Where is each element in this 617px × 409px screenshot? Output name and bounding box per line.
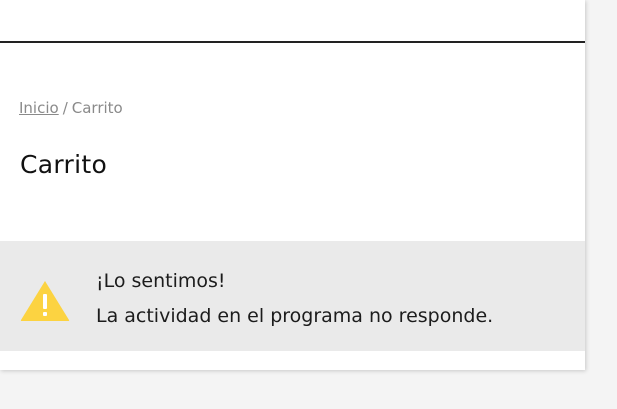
header-bar [0, 0, 585, 43]
breadcrumb-home-link[interactable]: Inicio [19, 99, 59, 117]
page-title: Carrito [20, 150, 108, 179]
page: Inicio / Carrito Carrito ¡Lo sentimos! La … [0, 0, 617, 409]
breadcrumb-current: Carrito [71, 99, 123, 117]
breadcrumb: Inicio / Carrito [19, 99, 123, 117]
alert-title: ¡Lo sentimos! [96, 270, 226, 292]
alert-text: ¡Lo sentimos! La actividad en el program… [96, 264, 493, 334]
content-card: Inicio / Carrito Carrito ¡Lo sentimos! La … [0, 0, 585, 370]
page-background [586, 0, 617, 409]
breadcrumb-separator: / [62, 99, 68, 117]
alert-message: La actividad en el programa no responde. [96, 305, 494, 327]
warning-triangle-icon [20, 281, 70, 321]
